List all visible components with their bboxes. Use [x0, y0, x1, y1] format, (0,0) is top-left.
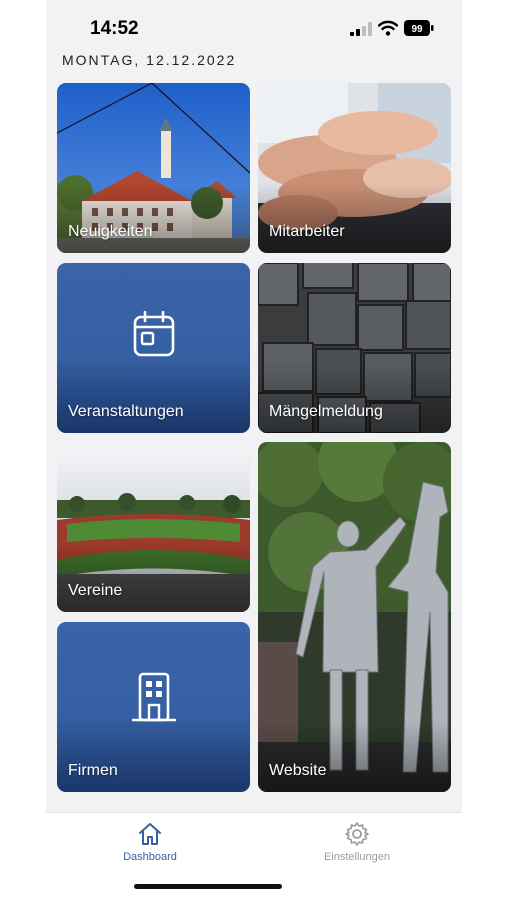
- tile-label: Veranstaltungen: [68, 403, 184, 420]
- tile-firmen[interactable]: Firmen: [57, 622, 250, 792]
- tile-label: Firmen: [68, 762, 118, 779]
- building-icon: [131, 672, 176, 722]
- tile-neuigkeiten[interactable]: Neuigkeiten: [57, 83, 250, 253]
- tab-dashboard[interactable]: Dashboard: [90, 821, 210, 863]
- calendar-icon: [133, 311, 174, 357]
- tile-vereine[interactable]: Vereine: [57, 442, 250, 612]
- app-screen: 14:52 99 MONTAG, 12.12.2022 Neuigkeiten …: [46, 0, 462, 900]
- tile-label: Website: [269, 762, 327, 779]
- tile-website[interactable]: Website: [258, 442, 451, 792]
- status-time: 14:52: [90, 18, 139, 39]
- status-bar: 14:52 99: [46, 0, 462, 56]
- tab-einstellungen[interactable]: Einstellungen: [297, 821, 417, 863]
- battery-icon: 99: [404, 20, 434, 36]
- date-heading: MONTAG, 12.12.2022: [62, 52, 237, 68]
- tile-label: Mängelmeldung: [269, 403, 383, 420]
- home-indicator[interactable]: [134, 884, 282, 889]
- tile-label: Vereine: [68, 582, 123, 599]
- home-icon: [139, 823, 161, 845]
- battery-level: 99: [411, 24, 423, 35]
- tile-label: Neuigkeiten: [68, 223, 153, 240]
- tab-label: Dashboard: [123, 851, 177, 863]
- tile-mitarbeiter[interactable]: Mitarbeiter: [258, 83, 451, 253]
- tile-veranstaltungen[interactable]: Veranstaltungen: [57, 263, 250, 433]
- tile-maengelmeldung[interactable]: Mängelmeldung: [258, 263, 451, 433]
- wifi-icon: [378, 20, 398, 36]
- cellular-signal-icon: [350, 22, 372, 36]
- tab-label: Einstellungen: [323, 851, 391, 863]
- tile-label: Mitarbeiter: [269, 223, 345, 240]
- gear-icon: [345, 822, 369, 846]
